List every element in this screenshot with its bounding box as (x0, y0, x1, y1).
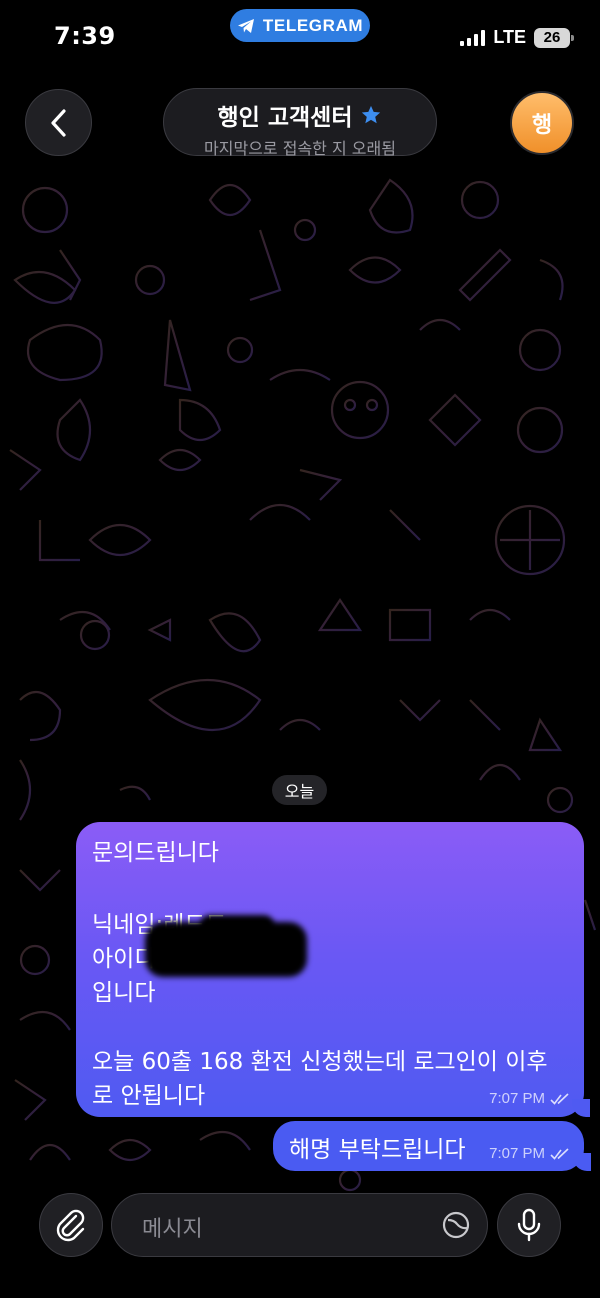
message-input-placeholder: 메시지 (142, 1217, 203, 1242)
message-time: 7:07 PM (489, 1145, 545, 1162)
battery-icon: 26 (534, 27, 574, 48)
message-timestamp: 7:07 PM (489, 1145, 570, 1162)
chat-title: 행인 고객센터 (217, 105, 353, 131)
attach-button[interactable] (39, 1193, 103, 1257)
cellular-signal-icon (460, 29, 486, 46)
voice-record-button[interactable] (497, 1193, 561, 1257)
sticker-icon (442, 1211, 470, 1239)
message-line: 문의드립니다 (92, 840, 219, 866)
telegram-plane-icon (237, 18, 254, 33)
status-bar: 7:39 TELEGRAM LTE 26 (0, 0, 600, 76)
message-timestamp: 7:07 PM (489, 1090, 570, 1107)
message-line: 입니다 (92, 980, 156, 1006)
chat-title-pill[interactable]: 행인 고객센터 마지막으로 접속한 지 오래됨 (163, 88, 437, 158)
double-check-icon (550, 1147, 569, 1160)
message-line: 로 안됩니다 (92, 1083, 206, 1109)
telegram-pill-label: TELEGRAM (262, 15, 364, 35)
outgoing-message-bubble[interactable]: 해명 부탁드립니다 7:07 PM (273, 1121, 591, 1171)
last-seen-status: 마지막으로 접속한 지 오래됨 (204, 139, 396, 158)
status-time: 7:39 (54, 22, 116, 50)
redaction-mark (145, 922, 307, 977)
telegram-app-pill[interactable]: TELEGRAM (230, 9, 370, 42)
status-indicators: LTE 26 (460, 27, 574, 48)
network-type: LTE (493, 27, 526, 47)
sticker-button[interactable] (441, 1210, 471, 1240)
microphone-icon (517, 1208, 541, 1242)
contact-avatar[interactable]: 행 (510, 91, 574, 155)
double-check-icon (550, 1092, 569, 1105)
message-input[interactable]: 메시지 (111, 1193, 488, 1257)
paperclip-icon (56, 1209, 85, 1242)
star-icon (362, 105, 381, 124)
message-time: 7:07 PM (489, 1090, 545, 1107)
date-separator: 오늘 (272, 775, 327, 805)
message-line: 오늘 60출 168 환전 신청했는데 로그인이 이후 (92, 1049, 548, 1075)
back-button[interactable] (25, 89, 92, 156)
message-line: 해명 부탁드립니다 (289, 1137, 466, 1163)
chevron-left-icon (50, 108, 66, 137)
